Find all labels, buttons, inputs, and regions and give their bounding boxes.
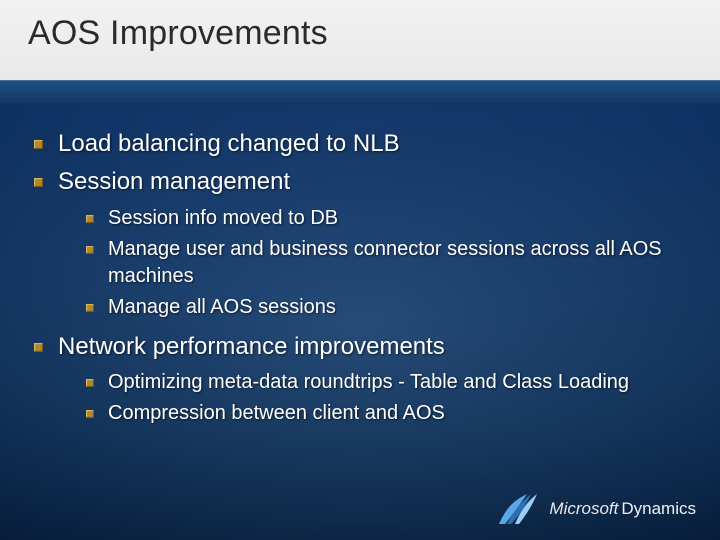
list-item: Session info moved to DB	[86, 205, 686, 232]
bullet-text: Compression between client and AOS	[108, 402, 445, 424]
footer-logo: MicrosoftDynamics	[497, 492, 696, 526]
bullet-text: Session management	[58, 168, 290, 195]
bullet-text: Optimizing meta-data roundtrips - Table …	[108, 371, 629, 393]
bullet-text: Manage all AOS sessions	[108, 296, 336, 318]
bullet-text: Session info moved to DB	[108, 207, 338, 229]
sub-list: Optimizing meta-data roundtrips - Table …	[58, 369, 686, 427]
list-item: Compression between client and AOS	[86, 400, 686, 427]
dynamics-swoosh-icon	[497, 492, 539, 526]
list-item: Session management Session info moved to…	[34, 166, 686, 320]
list-item: Optimizing meta-data roundtrips - Table …	[86, 369, 686, 396]
footer-brand-text: MicrosoftDynamics	[549, 499, 696, 519]
slide-header: AOS Improvements	[0, 0, 720, 80]
slide-content: Load balancing changed to NLB Session ma…	[0, 104, 720, 427]
bullet-text: Load balancing changed to NLB	[58, 130, 400, 157]
list-item: Manage all AOS sessions	[86, 294, 686, 321]
slide-title: AOS Improvements	[28, 14, 692, 53]
brand-microsoft: Microsoft	[549, 499, 618, 518]
list-item: Manage user and business connector sessi…	[86, 236, 686, 290]
slide: AOS Improvements Load balancing changed …	[0, 0, 720, 540]
header-band	[0, 80, 720, 104]
brand-dynamics: Dynamics	[621, 499, 696, 518]
bullet-list: Load balancing changed to NLB Session ma…	[34, 128, 686, 427]
sub-list: Session info moved to DB Manage user and…	[58, 205, 686, 321]
list-item: Load balancing changed to NLB	[34, 128, 686, 160]
bullet-text: Manage user and business connector sessi…	[108, 238, 662, 287]
list-item: Network performance improvements Optimiz…	[34, 331, 686, 427]
bullet-text: Network performance improvements	[58, 333, 445, 360]
